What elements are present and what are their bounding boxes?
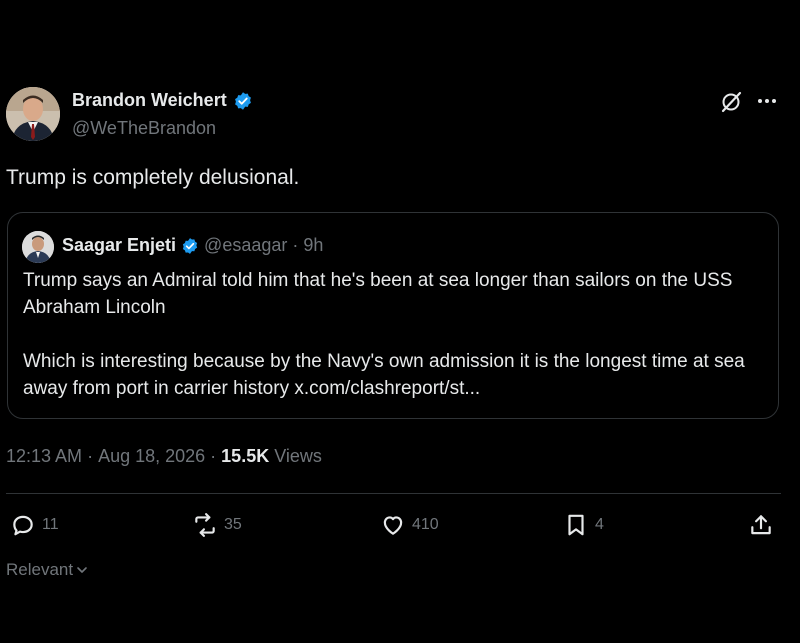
- tweet-date[interactable]: Aug 18, 2026: [98, 446, 205, 467]
- quoted-paragraph: Trump says an Admiral told him that he's…: [23, 270, 733, 318]
- meta-separator: ·: [87, 446, 94, 466]
- chevron-down-icon: [77, 567, 87, 573]
- share-icon: [751, 515, 771, 535]
- reply-count: 11: [42, 516, 59, 533]
- views-count: 15.5K: [221, 446, 270, 466]
- share-button[interactable]: [748, 512, 774, 538]
- quoted-author-avatar[interactable]: [22, 231, 54, 263]
- like-icon: [383, 516, 403, 535]
- bookmark-count: 4: [595, 516, 604, 533]
- reply-sort-dropdown[interactable]: Relevant: [6, 560, 89, 580]
- quoted-tweet-card[interactable]: Saagar Enjeti @esaagar · 9h Trump says a…: [7, 212, 779, 419]
- quoted-body: Trump says an Admiral told him that he's…: [23, 267, 773, 402]
- more-icon[interactable]: [754, 88, 780, 114]
- reply-sort-label: Relevant: [6, 560, 74, 579]
- quoted-timestamp: 9h: [303, 235, 324, 255]
- tweet-meta: 12:13 AM · Aug 18, 2026 · 15.5K Views: [6, 446, 322, 467]
- bookmark-button[interactable]: 4: [563, 512, 604, 538]
- quoted-handle: @esaagar: [204, 235, 288, 255]
- tweet-time[interactable]: 12:13 AM: [6, 446, 82, 467]
- quoted-paragraph: Which is interesting because by the Navy…: [23, 351, 745, 399]
- post-detail: Brandon Weichert @WeTheBrandon Trump is …: [0, 0, 800, 643]
- like-count: 410: [412, 516, 439, 533]
- repost-icon: [195, 513, 215, 537]
- views-label: Views: [274, 446, 322, 466]
- tweet-text: Trump is completely delusional.: [6, 166, 300, 189]
- author-name-row: Brandon Weichert: [72, 90, 253, 111]
- author-handle[interactable]: @WeTheBrandon: [72, 118, 216, 139]
- like-button[interactable]: 410: [380, 512, 439, 538]
- quoted-separator: ·: [292, 235, 299, 255]
- meta-separator: ·: [210, 446, 217, 466]
- reply-icon: [13, 515, 33, 536]
- repost-button[interactable]: 35: [192, 512, 242, 538]
- divider: [6, 493, 781, 494]
- verified-badge-icon: [181, 237, 199, 255]
- author-avatar[interactable]: [6, 87, 60, 141]
- quoted-display-name[interactable]: Saagar Enjeti: [62, 235, 176, 256]
- repost-count: 35: [224, 516, 242, 533]
- quoted-header: Saagar Enjeti @esaagar · 9h: [62, 235, 323, 256]
- bookmark-icon: [568, 514, 584, 536]
- grok-icon[interactable]: [719, 90, 743, 114]
- verified-badge-icon[interactable]: [233, 91, 253, 111]
- reply-button[interactable]: 11: [10, 512, 59, 538]
- author-display-name[interactable]: Brandon Weichert: [72, 90, 227, 111]
